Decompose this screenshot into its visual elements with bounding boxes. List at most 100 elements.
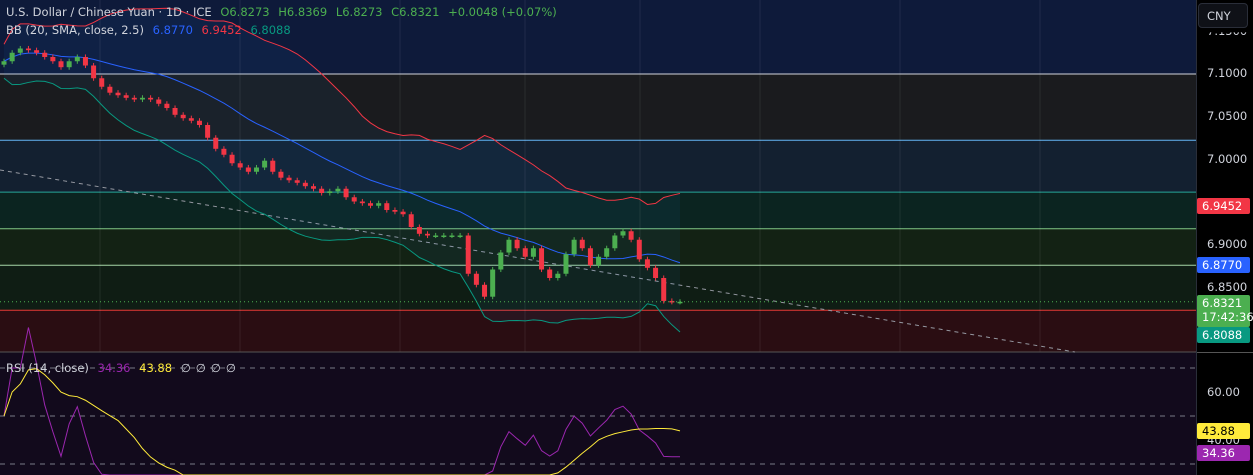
candle-body [636, 239, 642, 260]
candle-body [107, 86, 113, 93]
pane-divider[interactable] [1197, 352, 1253, 353]
candle-body [400, 211, 406, 215]
bb-basis-tag: 6.8770 [1197, 257, 1250, 273]
bb-upper: 6.9452 [201, 23, 242, 37]
candle-body [596, 256, 602, 266]
candle-body [384, 203, 390, 210]
candle-body [644, 259, 650, 268]
candle-body [294, 180, 300, 183]
candle-body [661, 278, 667, 301]
axis-tick: 7.1000 [1207, 66, 1248, 80]
rsi-ma-value: 43.88 [139, 361, 173, 375]
axis-tick: 7.0000 [1207, 152, 1248, 166]
candle-body [245, 167, 251, 172]
candle-body [164, 103, 170, 108]
candle-body [99, 78, 105, 87]
candle-body [58, 61, 64, 68]
candle-body [376, 203, 382, 206]
candle-body [506, 239, 512, 253]
change-value: +0.0048 (+0.07%) [448, 5, 557, 19]
rsi-legend[interactable]: RSI (14, close) 34.36 43.88 ∅ ∅ ∅ ∅ [6, 361, 241, 375]
candle-body [148, 97, 154, 100]
high-value: H6.8369 [278, 5, 328, 19]
candle-body [302, 182, 308, 187]
candle-body [653, 267, 659, 278]
candle-body [555, 273, 561, 278]
candle-body [213, 137, 219, 149]
candle-body [278, 171, 284, 178]
candle-body [620, 231, 626, 236]
candle-body [196, 120, 202, 125]
candle-body [416, 227, 422, 234]
candle-body [579, 239, 585, 249]
axis-tick: 7.0500 [1207, 109, 1248, 123]
price-chart[interactable] [0, 0, 1196, 475]
candle-body [188, 118, 194, 121]
candle-body [425, 233, 431, 236]
candle-body [530, 248, 536, 257]
candle-body [253, 167, 259, 172]
candle-body [42, 52, 48, 57]
last-price-tag: 6.8321 17:42:36 [1197, 295, 1253, 327]
candle-body [482, 284, 488, 297]
candle-body [123, 95, 129, 98]
candle-body [563, 254, 569, 274]
candle-body [351, 197, 357, 202]
bb-upper-tag: 6.9452 [1197, 198, 1250, 214]
candle-body [180, 114, 186, 119]
candle-body [82, 57, 88, 66]
rsi-extra: ∅ [225, 361, 236, 375]
candle-body [522, 248, 528, 257]
candle-body [50, 57, 56, 62]
candle-body [25, 48, 31, 51]
rsi-label: RSI (14, close) [6, 361, 89, 375]
candle-body [628, 231, 634, 240]
candle-body [262, 160, 268, 168]
axis-tick: 6.9000 [1207, 237, 1248, 251]
rsi-value: 34.36 [97, 361, 131, 375]
bb-lower-tag: 6.8088 [1197, 327, 1250, 343]
candle-body [34, 50, 40, 53]
rsi-tag: 34.36 [1197, 445, 1250, 461]
candle-body [392, 210, 398, 212]
candle-body [669, 300, 675, 303]
candle-body [514, 239, 520, 249]
bb-label: BB (20, SMA, close, 2.5) [6, 23, 144, 37]
candle-body [319, 188, 325, 193]
candle-body [473, 273, 479, 285]
close-value: C6.8321 [391, 5, 440, 19]
candle-body [9, 52, 15, 62]
rsi-axis-tick: 60.00 [1207, 385, 1240, 399]
candle-body [408, 214, 414, 227]
candle-body [449, 235, 455, 237]
candle-body [457, 235, 463, 237]
candle-body [604, 248, 610, 257]
candle-body [237, 163, 243, 168]
candle-body [131, 97, 137, 100]
candle-body [270, 160, 276, 172]
candle-body [490, 269, 496, 297]
candle-body [17, 48, 23, 53]
candle-body [498, 252, 504, 270]
bar-countdown: 17:42:36 [1202, 310, 1253, 324]
price-axis[interactable]: 7.1500 7.1000 7.0500 7.0000 6.9000 6.850… [1196, 0, 1253, 475]
last-price: 6.8321 [1202, 296, 1243, 310]
rsi-extra: ∅ [195, 361, 206, 375]
candle-body [205, 125, 211, 138]
candle-body [310, 186, 316, 189]
candle-body [115, 92, 121, 96]
candle-body [1, 61, 7, 65]
candle-body [286, 177, 292, 181]
candle-body [139, 97, 145, 100]
rsi-extra: ∅ [210, 361, 221, 375]
rsi-extra: ∅ [180, 361, 191, 375]
symbol-legend: U.S. Dollar / Chinese Yuan · 1D · ICE O6… [6, 5, 562, 19]
bb-legend[interactable]: BB (20, SMA, close, 2.5) 6.8770 6.9452 6… [6, 23, 296, 37]
candle-body [229, 154, 235, 164]
axis-tick: 6.8500 [1207, 280, 1248, 294]
candle-body [359, 201, 365, 204]
candle-body [66, 61, 72, 68]
candle-body [539, 248, 545, 270]
currency-button[interactable]: CNY [1198, 3, 1248, 28]
candle-body [221, 148, 227, 155]
